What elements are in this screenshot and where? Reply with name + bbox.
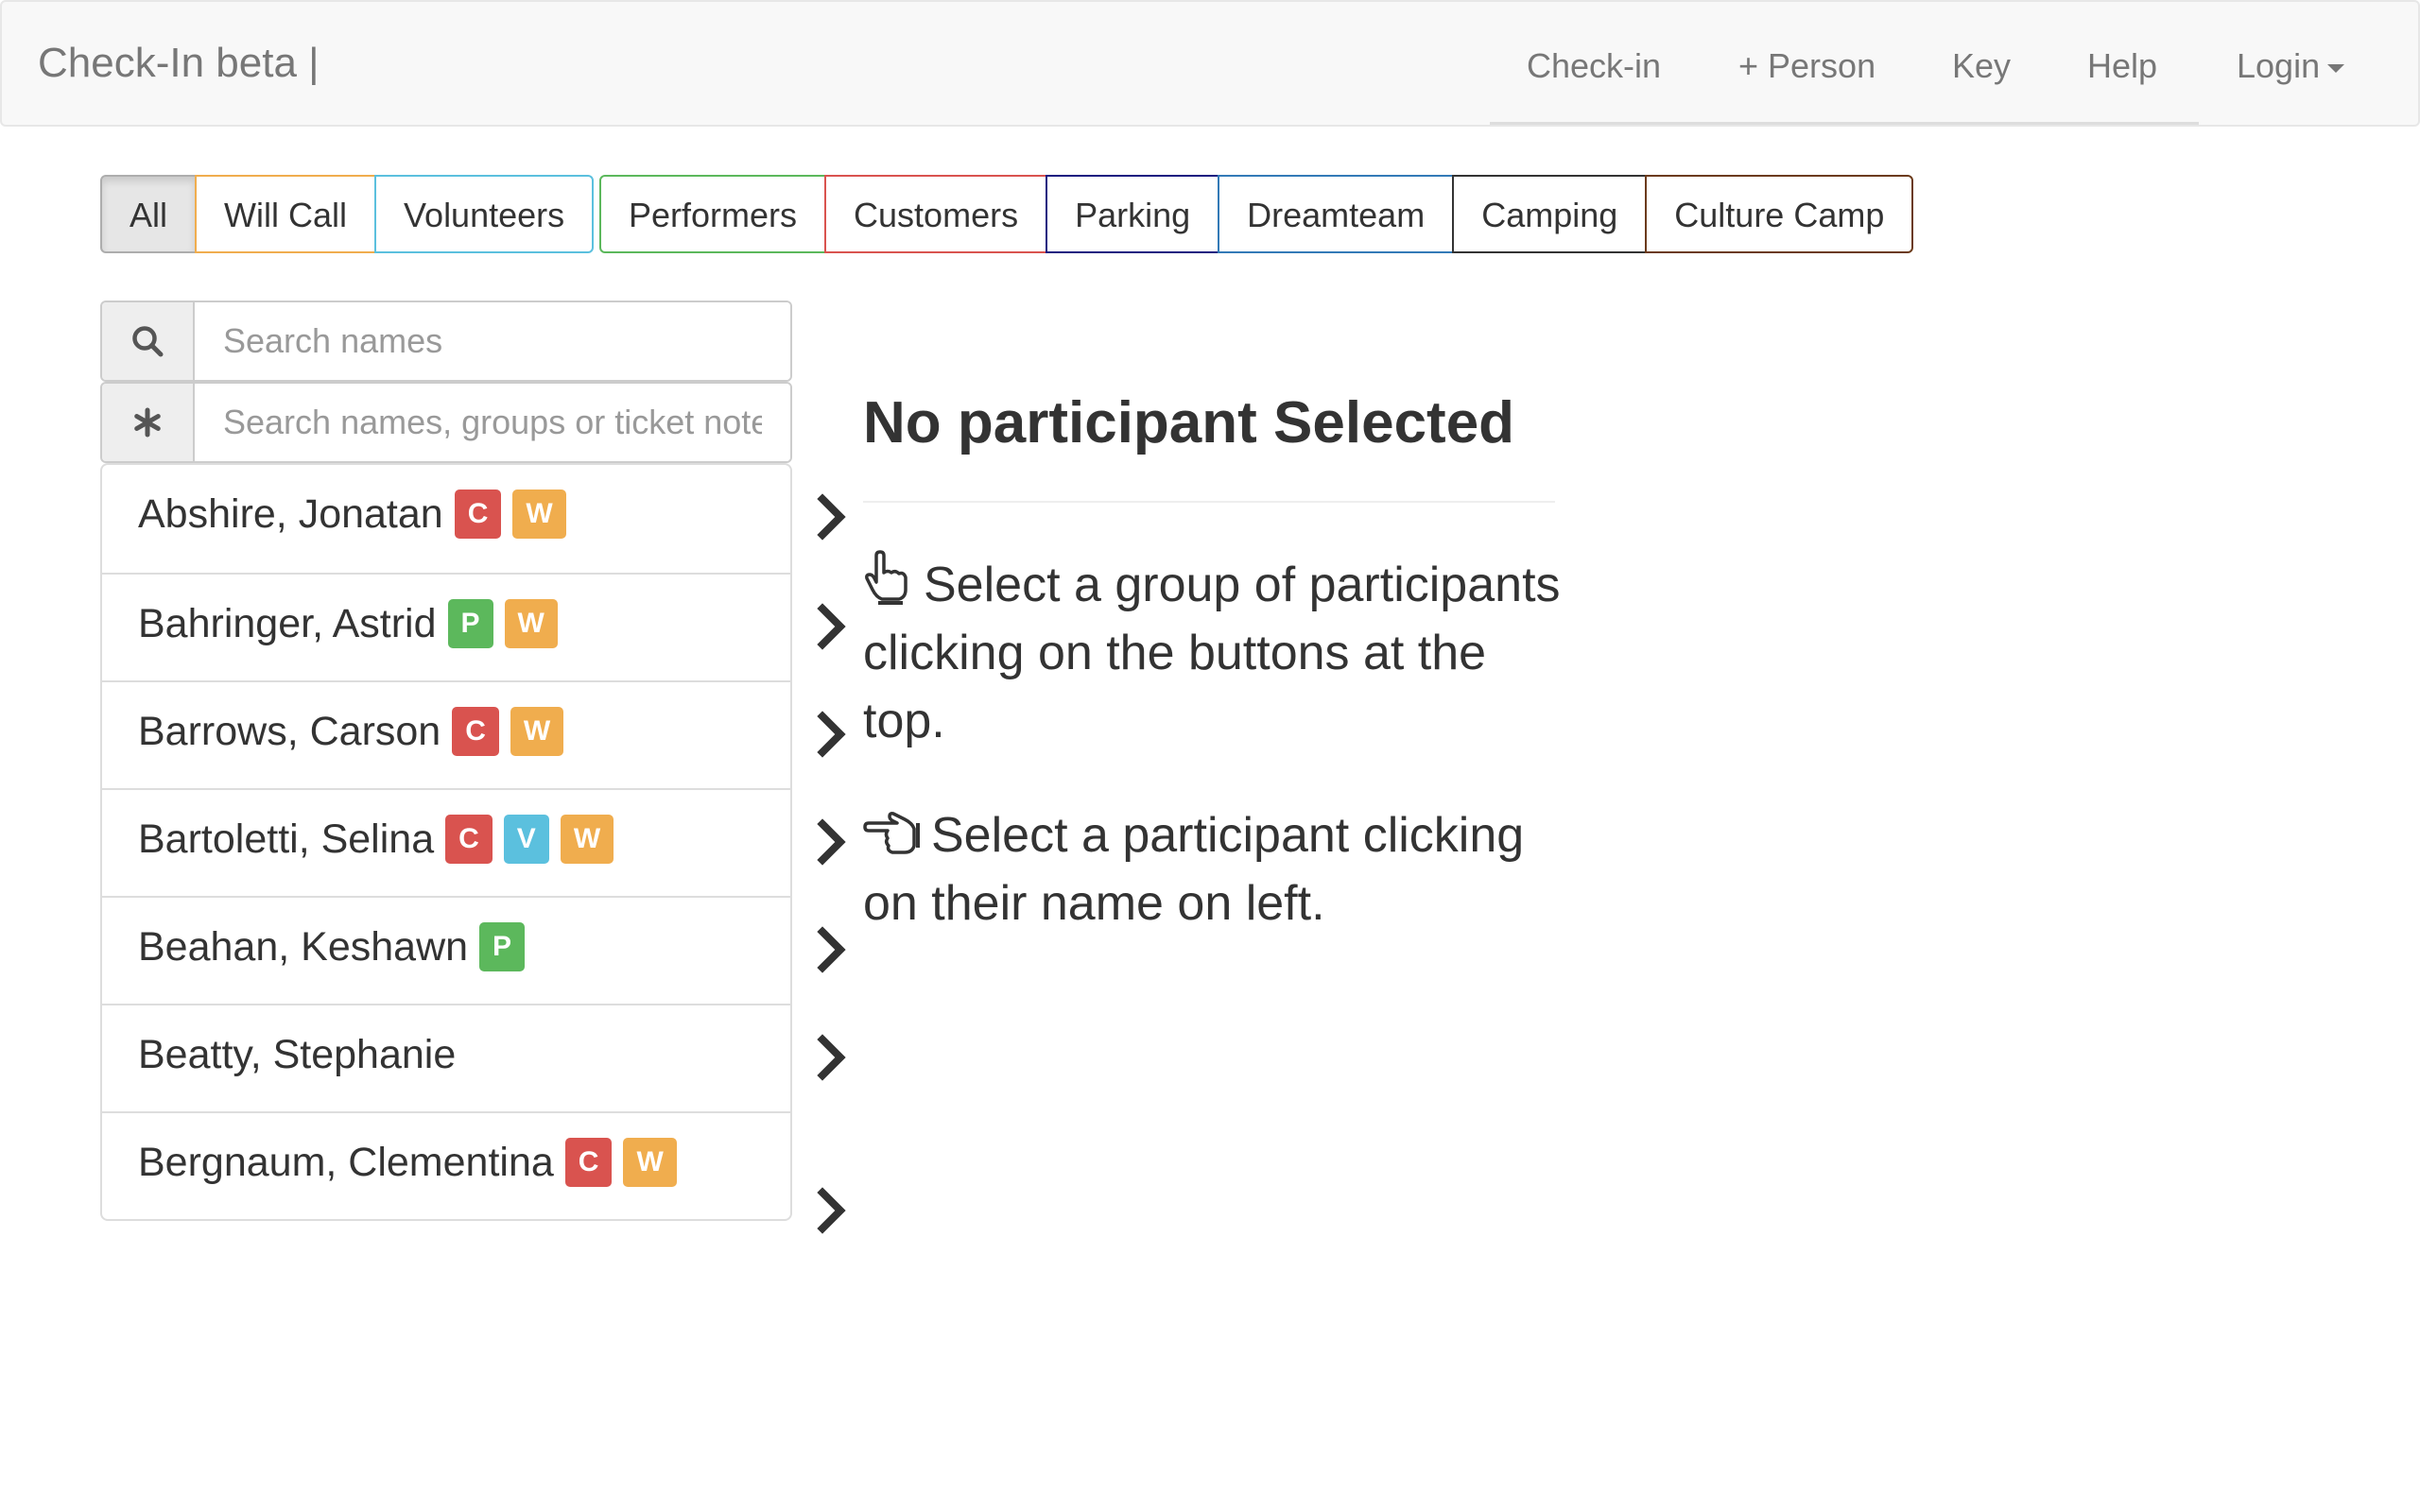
participant-name: Beatty, Stephanie xyxy=(138,1032,457,1077)
nav-underline xyxy=(1490,122,2199,125)
status-badge: C xyxy=(452,707,499,756)
chevron-right-icon xyxy=(817,493,846,541)
search-icon xyxy=(102,302,195,380)
panel-heading: No participant Selected xyxy=(863,390,1515,455)
asterisk-icon xyxy=(102,384,195,461)
participant-name-wrap: Beatty, Stephanie xyxy=(138,1030,456,1079)
status-badge: V xyxy=(503,815,549,864)
participant-name-wrap: Abshire, Jonatan C W xyxy=(138,490,566,539)
nav-login-dropdown[interactable]: Login xyxy=(2237,2,2345,125)
hand-pointer-up-icon xyxy=(865,550,908,605)
chevron-right-icon xyxy=(817,711,846,758)
filter-dreamteam[interactable]: Dreamteam xyxy=(1218,175,1455,253)
search-names-group xyxy=(100,301,792,382)
status-badge: P xyxy=(479,922,526,971)
participant-row[interactable]: Bahringer, Astrid P W xyxy=(102,573,846,680)
filter-all[interactable]: All xyxy=(100,175,198,253)
instruction-group: Select a group of participants clicking … xyxy=(863,550,1582,755)
status-badge: W xyxy=(623,1138,677,1187)
status-badge: C xyxy=(564,1138,613,1187)
chevron-right-icon xyxy=(817,926,846,973)
participant-name: Bartoletti, Selina xyxy=(138,816,435,862)
status-badge: W xyxy=(504,599,558,648)
nav-help[interactable]: Help xyxy=(2087,2,2157,125)
participant-row[interactable]: Bergnaum, Clementina C W xyxy=(102,1111,846,1234)
divider xyxy=(863,501,1555,503)
nav-add-person[interactable]: + Person xyxy=(1738,2,1876,125)
navbar: Check-In beta | Check-in + Person Key He… xyxy=(0,0,2420,127)
instruction-participant-text: Select a participant clicking on their n… xyxy=(863,808,1525,931)
status-badge: P xyxy=(447,599,493,648)
chevron-right-icon xyxy=(817,1187,846,1234)
filter-parking[interactable]: Parking xyxy=(1046,175,1220,253)
participant-list: Abshire, Jonatan C W Bahringer, Astrid P W Bar… xyxy=(100,463,846,1234)
filter-performers[interactable]: Performers xyxy=(599,175,827,253)
participant-name: Beahan, Keshawn xyxy=(138,924,469,970)
status-badge: C xyxy=(445,815,493,864)
filter-will-call[interactable]: Will Call xyxy=(195,175,377,253)
search-names-input[interactable] xyxy=(195,302,790,380)
search-notes-input[interactable] xyxy=(195,384,790,461)
participant-row[interactable]: Bartoletti, Selina C V W xyxy=(102,788,846,896)
status-badge: W xyxy=(510,707,564,756)
participant-name: Abshire, Jonatan xyxy=(138,491,443,537)
filter-customers[interactable]: Customers xyxy=(824,175,1048,253)
search-notes-group xyxy=(100,382,792,463)
participant-row[interactable]: Abshire, Jonatan C W xyxy=(102,465,846,573)
instruction-participant: Select a participant clicking on their n… xyxy=(863,801,1582,937)
participant-row[interactable]: Beatty, Stephanie xyxy=(102,1004,846,1111)
participant-name-wrap: Bartoletti, Selina C V W xyxy=(138,815,614,864)
participant-name: Bahringer, Astrid xyxy=(138,601,437,646)
filter-camping[interactable]: Camping xyxy=(1452,175,1648,253)
filter-group-primary: All Will Call Volunteers xyxy=(100,175,595,253)
participant-name: Bergnaum, Clementina xyxy=(138,1140,554,1185)
participant-name-wrap: Barrows, Carson C W xyxy=(138,707,564,756)
instruction-group-text: Select a group of participants clicking … xyxy=(863,558,1561,748)
participant-name-wrap: Beahan, Keshawn P xyxy=(138,922,526,971)
filter-volunteers[interactable]: Volunteers xyxy=(374,175,595,253)
participant-name-wrap: Bergnaum, Clementina C W xyxy=(138,1138,677,1187)
participant-row[interactable]: Barrows, Carson C W xyxy=(102,680,846,788)
chevron-right-icon xyxy=(817,1034,846,1081)
status-badge: W xyxy=(560,815,614,864)
chevron-right-icon xyxy=(817,818,846,866)
filter-culture-camp[interactable]: Culture Camp xyxy=(1645,175,1914,253)
nav-login-label: Login xyxy=(2237,46,2321,85)
nav-key[interactable]: Key xyxy=(1952,2,2011,125)
status-badge: C xyxy=(454,490,502,539)
nav-check-in[interactable]: Check-in xyxy=(1527,2,1661,125)
brand-title[interactable]: Check-In beta | xyxy=(38,2,320,125)
chevron-right-icon xyxy=(817,603,846,650)
status-badge: W xyxy=(512,490,566,539)
participant-row[interactable]: Beahan, Keshawn P xyxy=(102,896,846,1004)
caret-down-icon xyxy=(2327,63,2345,73)
hand-pointer-left-icon xyxy=(863,812,920,854)
filter-group-categories: Performers Customers Parking Dreamteam Campi… xyxy=(599,175,1914,253)
participant-name: Barrows, Carson xyxy=(138,709,441,754)
participant-name-wrap: Bahringer, Astrid P W xyxy=(138,599,558,648)
